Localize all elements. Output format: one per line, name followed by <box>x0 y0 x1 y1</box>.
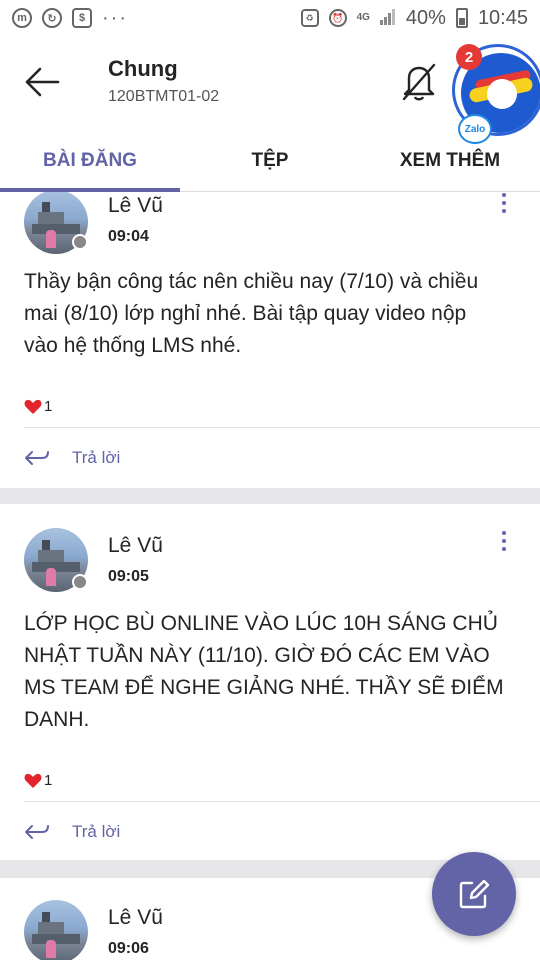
zalo-app-label: Zalo <box>458 114 492 144</box>
channel-tabs: BÀI ĐĂNG TỆP XEM THÊM <box>0 130 540 192</box>
clock: 10:45 <box>477 6 528 29</box>
post-card: Lê Vũ 09:04 Thầy bận công tác nên chiều … <box>0 192 540 488</box>
avatar[interactable] <box>24 900 88 960</box>
reply-label: Trả lời <box>72 448 121 467</box>
heart-icon <box>24 773 42 788</box>
post-time: 09:04 <box>108 228 149 245</box>
presence-status-icon <box>72 574 88 590</box>
reply-label: Trả lời <box>72 822 121 841</box>
reply-button[interactable]: Trả lời <box>24 438 120 478</box>
sync-icon: ↻ <box>42 8 62 28</box>
battery-percent: 40% <box>405 6 446 29</box>
back-button[interactable] <box>20 60 64 104</box>
battery-icon <box>455 8 468 28</box>
team-name: 120BTMT01-02 <box>108 88 220 105</box>
divider <box>24 427 540 428</box>
post-author[interactable]: Lê Vũ <box>108 534 163 558</box>
post-time: 09:05 <box>108 568 149 585</box>
signal-icon <box>379 7 396 30</box>
post-more-options-button[interactable] <box>494 192 514 218</box>
reaction-count: 1 <box>44 398 53 415</box>
status-bar-right: ♻ ⏰ 4G 40% 10:45 <box>300 6 528 30</box>
reply-arrow-icon <box>25 825 49 839</box>
post-author[interactable]: Lê Vũ <box>108 194 163 218</box>
post-author[interactable]: Lê Vũ <box>108 906 163 930</box>
zalo-unread-badge: 2 <box>456 44 482 70</box>
post-body: LỚP HỌC BÙ ONLINE VÀO LÚC 10H SÁNG CHỦ N… <box>24 612 504 731</box>
reaction-count: 1 <box>44 772 53 789</box>
alarm-icon: ⏰ <box>328 9 347 27</box>
like-reaction[interactable]: 1 <box>24 398 52 415</box>
mute-notifications-button[interactable] <box>396 58 442 104</box>
channel-title: Chung <box>108 56 178 81</box>
recycle-icon: ♻ <box>300 9 319 27</box>
new-post-button[interactable] <box>432 852 516 936</box>
tab-more[interactable]: XEM THÊM <box>360 130 540 191</box>
like-reaction[interactable]: 1 <box>24 772 52 789</box>
post-time: 09:06 <box>108 940 149 957</box>
divider <box>24 801 540 802</box>
reply-arrow-icon <box>25 451 49 465</box>
more-notifications-icon: ··· <box>102 7 128 29</box>
arrow-left-icon <box>25 67 60 97</box>
reply-button[interactable]: Trả lời <box>24 812 120 852</box>
network-type: 4G <box>356 12 370 23</box>
heart-icon <box>24 399 42 414</box>
messenger-icon: m <box>12 8 32 28</box>
compose-icon <box>459 879 490 909</box>
post-more-options-button[interactable] <box>494 526 514 556</box>
presence-status-icon <box>72 234 88 250</box>
posts-feed[interactable]: Lê Vũ 09:04 Thầy bận công tác nên chiều … <box>0 192 540 960</box>
bell-off-icon <box>402 63 436 101</box>
tab-posts[interactable]: BÀI ĐĂNG <box>0 130 180 192</box>
post-card: Lê Vũ 09:05 LỚP HỌC BÙ ONLINE VÀO LÚC 10… <box>0 504 540 860</box>
status-bar-left: m ↻ $ ··· <box>12 8 128 28</box>
post-body: Thầy bận công tác nên chiều nay (7/10) v… <box>24 270 479 357</box>
shop-icon: $ <box>72 8 92 28</box>
tab-files[interactable]: TỆP <box>180 130 360 191</box>
status-bar: m ↻ $ ··· ♻ ⏰ 4G 40% 10:45 <box>0 0 540 36</box>
